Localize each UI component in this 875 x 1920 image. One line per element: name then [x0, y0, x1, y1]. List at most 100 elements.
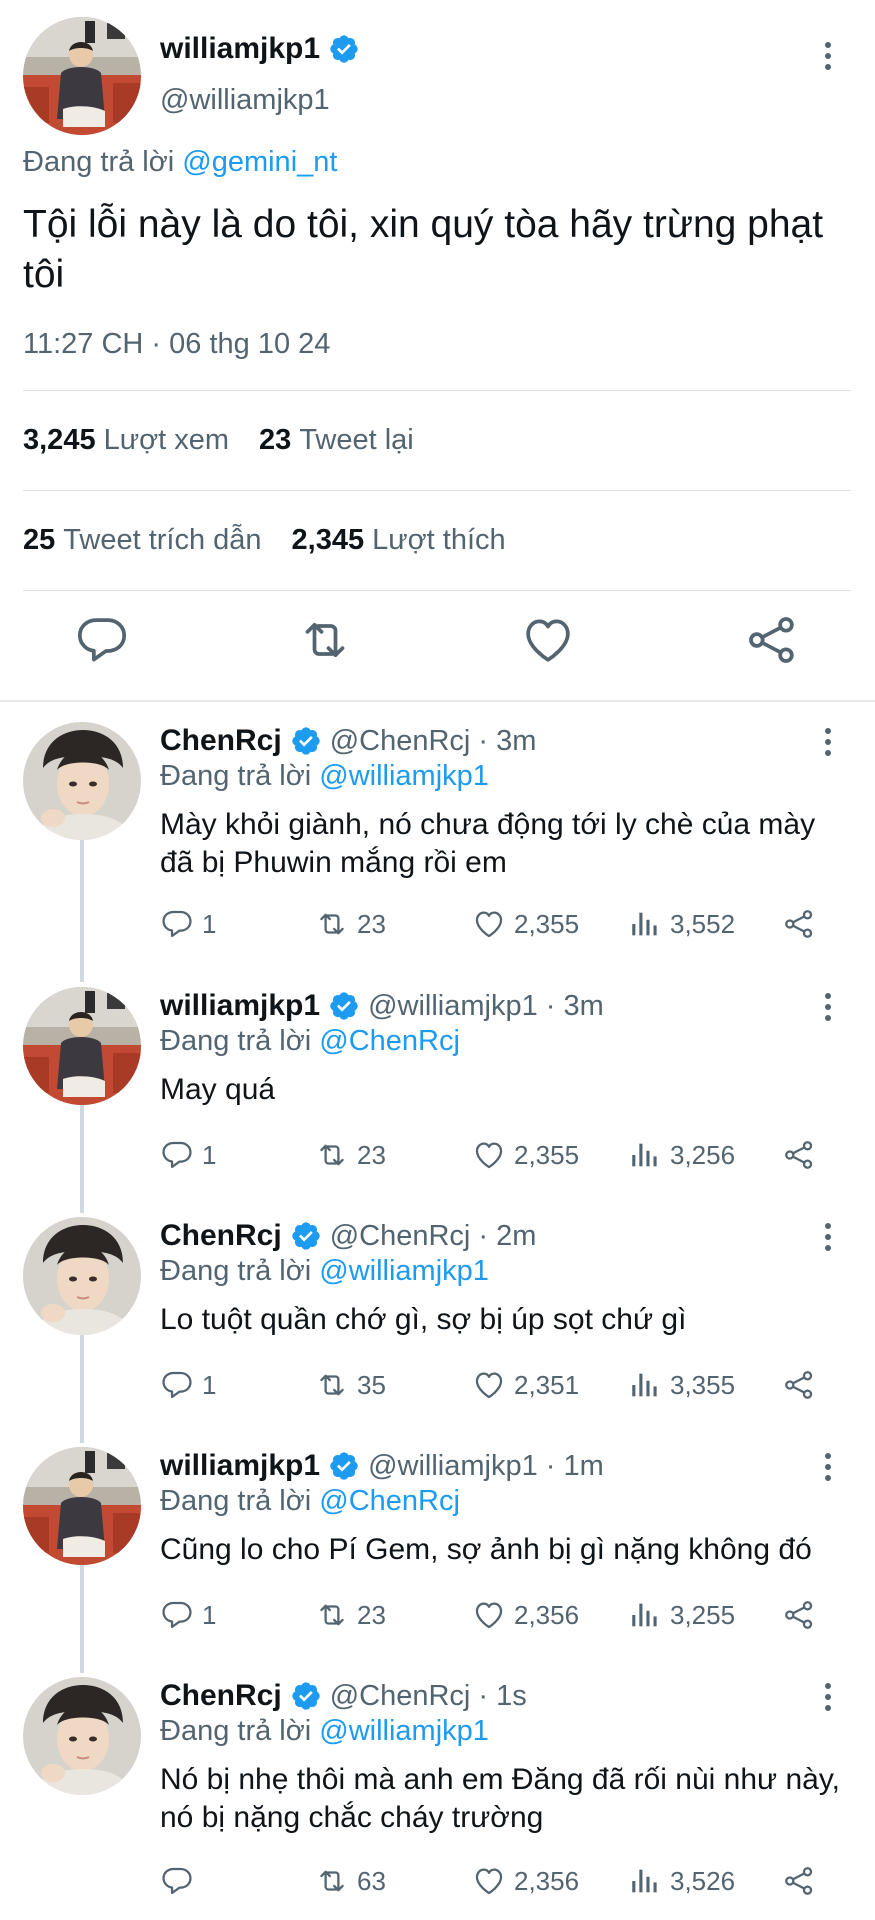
more-options-icon[interactable]	[818, 987, 838, 1027]
reply-handle-time[interactable]: @williamjkp1 · 1m	[368, 1450, 604, 1483]
reply-handle-time[interactable]: @ChenRcj · 3m	[330, 725, 537, 758]
divider	[23, 390, 851, 391]
share-icon[interactable]	[744, 612, 800, 668]
share-button[interactable]	[782, 1135, 816, 1175]
likes-stat[interactable]: 2,345 Lượt thích	[292, 524, 506, 557]
views-icon	[628, 1138, 662, 1172]
main-tweet: williamjkp1 @williamjkp1 Đang trả lời @g…	[0, 0, 875, 700]
views-count-button[interactable]: 3,355	[628, 1365, 735, 1405]
views-count: 3,552	[670, 908, 736, 939]
reply-tweet[interactable]: ChenRcj @ChenRcj · 1s Đang trả lời @will…	[0, 1665, 875, 1915]
reply-text: Mày khỏi giành, nó chưa động tới ly chè …	[160, 808, 816, 879]
like-count-button[interactable]: 2,351	[472, 1365, 579, 1405]
views-count-button[interactable]: 3,256	[628, 1135, 735, 1175]
retweet-icon	[315, 1598, 349, 1632]
reply-display-name[interactable]: williamjkp1	[160, 989, 320, 1023]
views-count-button[interactable]: 3,552	[628, 904, 735, 944]
more-options-icon[interactable]	[818, 722, 838, 762]
retweets-stat[interactable]: 23 Tweet lại	[259, 424, 414, 457]
retweet-icon	[315, 1138, 349, 1172]
replying-to-mention[interactable]: @williamjkp1	[319, 760, 489, 792]
reply-handle-time[interactable]: @ChenRcj · 2m	[330, 1220, 537, 1253]
reply-tweet[interactable]: ChenRcj @ChenRcj · 3m Đang trả lời @will…	[0, 710, 875, 960]
reply-count-button[interactable]: 1	[160, 904, 216, 944]
replying-to-mention[interactable]: @gemini_nt	[182, 146, 337, 178]
avatar-image	[23, 722, 141, 840]
share-icon	[782, 907, 816, 941]
retweet-count: 23	[357, 1599, 386, 1630]
reply-display-name[interactable]: ChenRcj	[160, 1219, 282, 1253]
retweet-icon	[315, 1368, 349, 1402]
replying-to-mention[interactable]: @ChenRcj	[319, 1485, 460, 1517]
tweet-timestamp[interactable]: 11:27 CH · 06 thg 10 24	[23, 328, 330, 361]
more-options-icon[interactable]	[818, 1217, 838, 1257]
like-count-button[interactable]: 2,355	[472, 1135, 579, 1175]
reply-display-name[interactable]: ChenRcj	[160, 724, 282, 758]
reply-icon[interactable]	[74, 612, 130, 668]
avatar[interactable]	[23, 1447, 141, 1565]
reply-icon	[160, 1368, 194, 1402]
reply-icon	[160, 1598, 194, 1632]
retweet-count-button[interactable]: 23	[315, 904, 386, 944]
more-options-icon[interactable]	[818, 1447, 838, 1487]
views-icon	[628, 1368, 662, 1402]
retweet-icon	[315, 907, 349, 941]
reply-handle-time[interactable]: @williamjkp1 · 3m	[368, 990, 604, 1023]
reply-count: 1	[202, 1139, 217, 1170]
replying-to: Đang trả lời @ChenRcj	[160, 1485, 460, 1518]
author-display-name[interactable]: williamjkp1	[160, 32, 320, 66]
retweet-count-button[interactable]: 63	[315, 1861, 386, 1901]
avatar-image	[23, 1447, 141, 1565]
reply-count-button[interactable]	[160, 1861, 202, 1901]
reply-tweet[interactable]: ChenRcj @ChenRcj · 2m Đang trả lời @will…	[0, 1205, 875, 1425]
avatar[interactable]	[23, 17, 141, 135]
reply-count-button[interactable]: 1	[160, 1135, 216, 1175]
views-count-button[interactable]: 3,526	[628, 1861, 735, 1901]
retweet-count-button[interactable]: 23	[315, 1135, 386, 1175]
reply-header: ChenRcj @ChenRcj · 1s	[160, 1679, 527, 1713]
replying-to-mention[interactable]: @williamjkp1	[319, 1255, 489, 1287]
share-button[interactable]	[782, 1365, 816, 1405]
views-count: 3,256	[670, 1139, 736, 1170]
share-button[interactable]	[782, 1595, 816, 1635]
reply-text: May quá	[160, 1073, 276, 1106]
retweet-icon[interactable]	[297, 612, 353, 668]
quotes-stat[interactable]: 25 Tweet trích dẫn	[23, 524, 262, 557]
reply-tweet[interactable]: williamjkp1 @williamjkp1 · 3m Đang trả l…	[0, 975, 875, 1195]
share-button[interactable]	[782, 1861, 816, 1901]
replying-to-prefix: Đang trả lời	[160, 1025, 312, 1057]
reply-header: williamjkp1 @williamjkp1 · 1m	[160, 1449, 604, 1483]
reply-tweet[interactable]: williamjkp1 @williamjkp1 · 1m Đang trả l…	[0, 1435, 875, 1655]
like-count: 2,356	[514, 1865, 580, 1896]
views-icon	[628, 1598, 662, 1632]
retweet-count-button[interactable]: 35	[315, 1365, 386, 1405]
views-stat[interactable]: 3,245 Lượt xem	[23, 424, 229, 457]
replying-to: Đang trả lời @williamjkp1	[160, 760, 489, 793]
avatar[interactable]	[23, 722, 141, 840]
replying-to-mention[interactable]: @williamjkp1	[319, 1715, 489, 1747]
views-count: 3,526	[670, 1865, 736, 1896]
like-count: 2,355	[514, 1139, 580, 1170]
retweet-count-button[interactable]: 23	[315, 1595, 386, 1635]
like-count-button[interactable]: 2,355	[472, 904, 579, 944]
reply-handle-time[interactable]: @ChenRcj · 1s	[330, 1680, 527, 1713]
reply-count-button[interactable]: 1	[160, 1365, 216, 1405]
reply-display-name[interactable]: williamjkp1	[160, 1449, 320, 1483]
share-icon	[782, 1138, 816, 1172]
reply-display-name[interactable]: ChenRcj	[160, 1679, 282, 1713]
avatar[interactable]	[23, 1217, 141, 1335]
reply-count-button[interactable]: 1	[160, 1595, 216, 1635]
like-count-button[interactable]: 2,356	[472, 1861, 579, 1901]
author-handle[interactable]: @williamjkp1	[160, 84, 330, 117]
avatar[interactable]	[23, 987, 141, 1105]
share-button[interactable]	[782, 904, 816, 944]
views-count-button[interactable]: 3,255	[628, 1595, 735, 1635]
more-options-icon[interactable]	[818, 36, 838, 76]
more-options-icon[interactable]	[818, 1677, 838, 1717]
reply-count: 1	[202, 908, 217, 939]
replying-to-prefix: Đang trả lời	[160, 1255, 312, 1287]
like-count-button[interactable]: 2,356	[472, 1595, 579, 1635]
like-icon[interactable]	[520, 612, 576, 668]
replying-to-mention[interactable]: @ChenRcj	[319, 1025, 460, 1057]
avatar[interactable]	[23, 1677, 141, 1795]
